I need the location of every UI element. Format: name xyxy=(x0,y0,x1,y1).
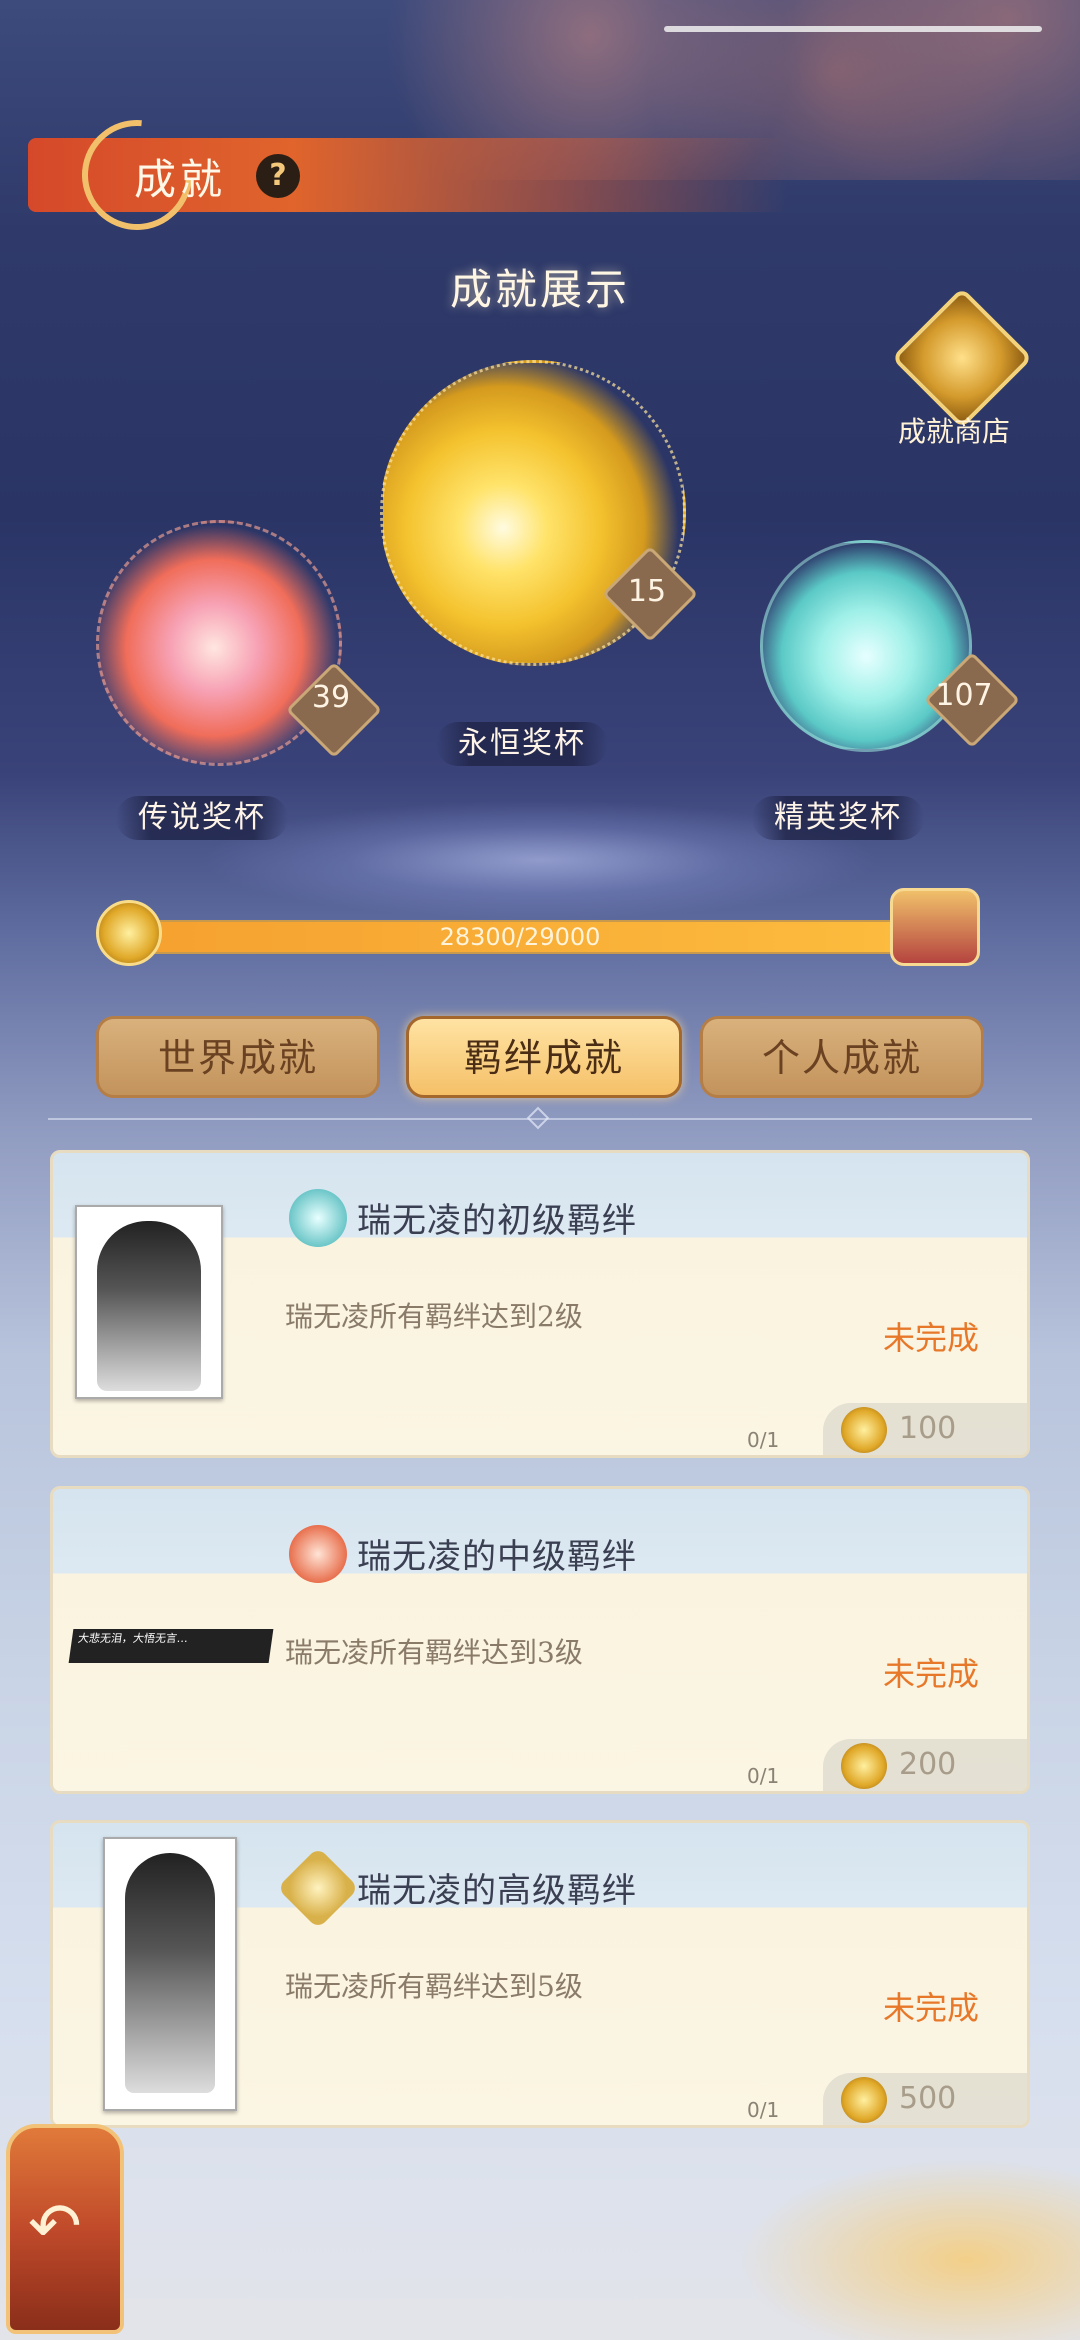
showcase-title: 成就展示 xyxy=(449,265,630,314)
achievement-status: 未完成 xyxy=(883,1655,980,1693)
divider-ornament xyxy=(526,1106,550,1130)
tab-bond-achievements[interactable]: 羁绊成就 xyxy=(406,1016,682,1098)
portrait-figure xyxy=(125,1853,215,2093)
quote-strip: 大悲无泪，大悟无言… xyxy=(68,1629,274,1663)
achievement-title: 瑞无凌的中级羁绊 xyxy=(357,1537,637,1577)
achievement-card: 瑞无凌的初级羁绊 瑞无凌所有羁绊达到2级 未完成 100 0/1 xyxy=(50,1150,1030,1458)
achievement-card: 大悲无泪，大悟无言… 瑞无凌的中级羁绊 瑞无凌所有羁绊达到3级 未完成 200 … xyxy=(50,1486,1030,1794)
achievement-status: 未完成 xyxy=(883,1319,980,1357)
achievement-card: 瑞无凌的高级羁绊 瑞无凌所有羁绊达到5级 未完成 500 0/1 xyxy=(50,1820,1030,2128)
achievement-title: 瑞无凌的高级羁绊 xyxy=(357,1871,637,1911)
page-title: 成就 xyxy=(134,155,227,204)
reward-value: 500 xyxy=(899,2081,957,2116)
achievement-progress: 0/1 xyxy=(747,2098,780,2122)
status-bar-indicator xyxy=(664,26,1042,32)
back-arrow-icon: ↶ xyxy=(28,2190,82,2264)
elite-trophy-label: 精英奖杯 xyxy=(752,796,924,840)
coin-icon xyxy=(841,2077,887,2123)
coin-icon xyxy=(841,1743,887,1789)
legend-emblem-icon xyxy=(289,1525,347,1583)
coin-icon xyxy=(96,900,162,966)
character-portrait xyxy=(103,1837,237,2111)
reward-value: 200 xyxy=(899,1747,957,1782)
tab-personal-achievements[interactable]: 个人成就 xyxy=(700,1016,984,1098)
tab-world-achievements[interactable]: 世界成就 xyxy=(96,1016,380,1098)
legend-count: 39 xyxy=(311,680,351,715)
achievement-progress: 0/1 xyxy=(747,1764,780,1788)
help-button[interactable]: ? xyxy=(256,154,300,198)
coin-icon xyxy=(841,1407,887,1453)
character-portrait xyxy=(75,1205,223,1399)
eternal-trophy-label: 永恒奖杯 xyxy=(436,722,608,766)
progress-text: 28300/29000 xyxy=(439,923,601,951)
reward-value: 100 xyxy=(899,1411,957,1446)
achievement-title: 瑞无凌的初级羁绊 xyxy=(357,1201,637,1241)
elite-count: 107 xyxy=(935,678,993,713)
eternal-count: 15 xyxy=(627,574,667,609)
achievement-description: 瑞无凌所有羁绊达到2级 xyxy=(285,1300,583,1333)
treasure-chest-icon[interactable] xyxy=(890,888,980,966)
portrait-figure xyxy=(97,1221,201,1391)
achievement-shop-label[interactable]: 成就商店 xyxy=(898,410,1010,450)
cloud-decoration xyxy=(700,2140,1080,2340)
achievement-description: 瑞无凌所有羁绊达到3级 xyxy=(285,1636,583,1669)
elite-trophy[interactable] xyxy=(760,540,972,752)
achievement-status: 未完成 xyxy=(883,1989,980,2027)
achievement-description: 瑞无凌所有羁绊达到5级 xyxy=(285,1970,583,2003)
legend-trophy-label: 传说奖杯 xyxy=(116,796,288,840)
achievement-progress: 0/1 xyxy=(747,1428,780,1452)
eternal-emblem-icon xyxy=(276,1846,360,1930)
elite-emblem-icon xyxy=(289,1189,347,1247)
